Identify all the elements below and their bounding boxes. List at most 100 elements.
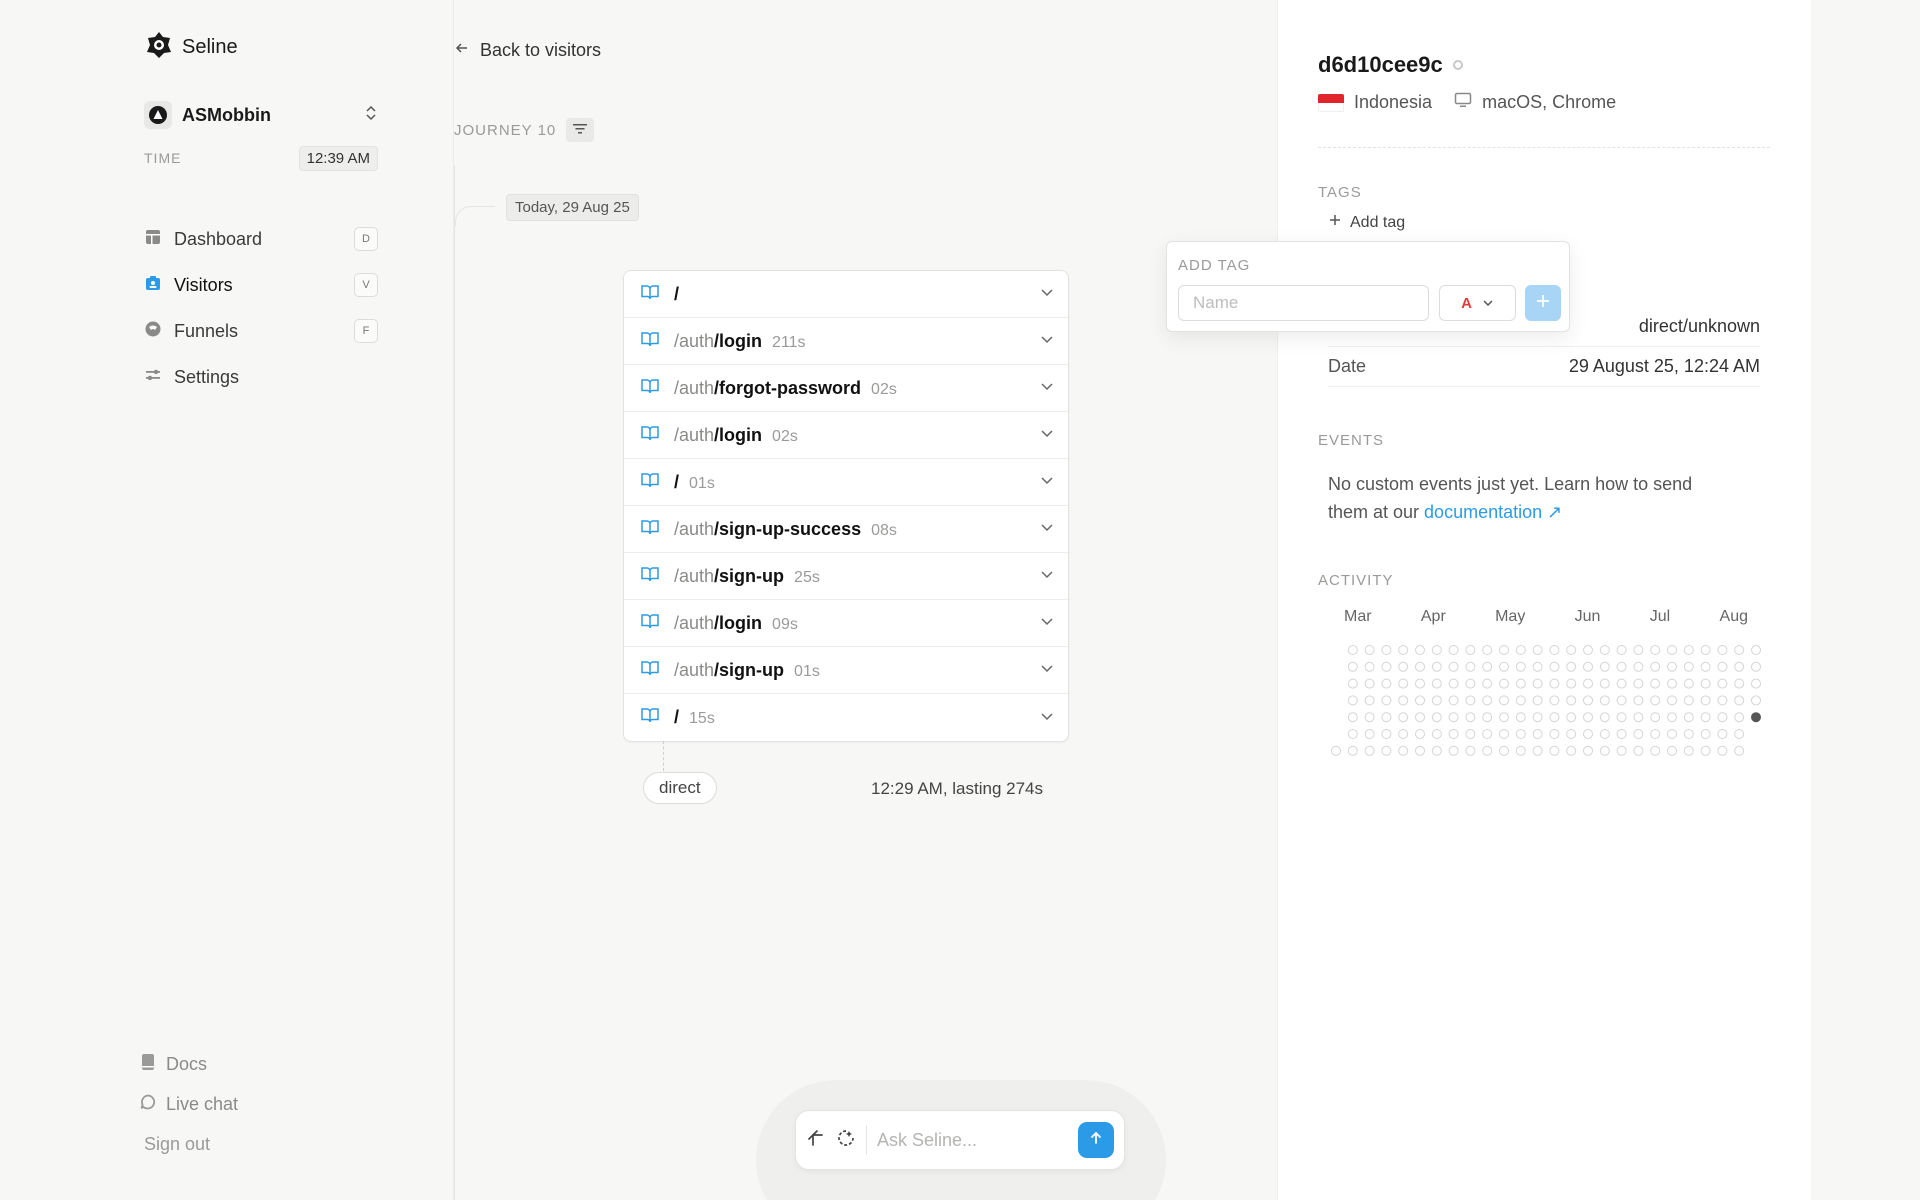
activity-day bbox=[1599, 678, 1610, 689]
activity-day bbox=[1364, 745, 1375, 756]
page-duration: 09s bbox=[772, 615, 798, 633]
activity-day bbox=[1347, 712, 1358, 723]
page-path: /auth/login 09s bbox=[674, 613, 1040, 634]
activity-day bbox=[1717, 645, 1728, 655]
chevron-down-icon bbox=[1040, 426, 1054, 444]
page-row[interactable]: / 01s bbox=[624, 459, 1068, 506]
activity-day bbox=[1700, 678, 1711, 689]
activity-day bbox=[1532, 695, 1543, 706]
activity-day bbox=[1667, 729, 1677, 739]
activity-day bbox=[1415, 695, 1425, 706]
activity-day bbox=[1532, 645, 1543, 655]
project-name: ASMobbin bbox=[182, 104, 271, 125]
activity-day bbox=[1431, 745, 1442, 756]
page-row[interactable]: /auth/login 211s bbox=[624, 318, 1068, 365]
activity-day bbox=[1566, 745, 1577, 756]
page-row[interactable]: / bbox=[624, 271, 1068, 318]
documentation-link[interactable]: documentation ↗ bbox=[1424, 502, 1562, 522]
activity-day bbox=[1398, 729, 1409, 739]
activity-day bbox=[1717, 695, 1728, 706]
chevron-down-icon bbox=[1040, 661, 1054, 679]
activity-day bbox=[1583, 678, 1593, 689]
path-name: /sign-up-success bbox=[714, 518, 862, 539]
tag-color-select[interactable]: A bbox=[1439, 285, 1516, 321]
activity-day bbox=[1381, 712, 1392, 723]
page-duration: 02s bbox=[871, 380, 897, 398]
ask-input[interactable] bbox=[877, 1129, 1068, 1151]
activity-day bbox=[1734, 745, 1745, 756]
ask-bar bbox=[795, 1110, 1125, 1170]
activity-day bbox=[1667, 678, 1677, 689]
activity-day bbox=[1431, 695, 1442, 706]
nav-item-visitors[interactable]: Visitors V bbox=[144, 262, 378, 308]
page-row[interactable]: /auth/sign-up 25s bbox=[624, 553, 1068, 600]
activity-day bbox=[1566, 678, 1577, 689]
activity-day bbox=[1448, 745, 1459, 756]
tags-label: TAGS bbox=[1318, 184, 1362, 201]
activity-day bbox=[1717, 661, 1728, 672]
brand[interactable]: Seline bbox=[144, 30, 238, 65]
activity-day bbox=[1650, 729, 1661, 739]
visitor-meta: Indonesia macOS, Chrome bbox=[1318, 92, 1616, 113]
nav-item-settings[interactable]: Settings bbox=[144, 354, 378, 400]
corner-up-left-icon[interactable] bbox=[806, 1128, 826, 1153]
activity-day bbox=[1465, 729, 1476, 739]
add-tag-button[interactable]: Add tag bbox=[1328, 213, 1405, 232]
activity-day bbox=[1448, 695, 1459, 706]
activity-day bbox=[1398, 678, 1409, 689]
activity-day bbox=[1633, 661, 1644, 672]
sign-out-link[interactable]: Sign out bbox=[144, 1134, 210, 1155]
nav-item-dashboard[interactable]: Dashboard D bbox=[144, 216, 378, 262]
activity-day bbox=[1599, 695, 1610, 706]
page-row[interactable]: /auth/forgot-password 02s bbox=[624, 365, 1068, 412]
activity-day bbox=[1398, 661, 1409, 672]
book-open-icon bbox=[640, 283, 660, 306]
activity-day bbox=[1751, 695, 1761, 706]
timeline-branch bbox=[455, 206, 495, 226]
activity-day bbox=[1415, 645, 1425, 655]
tag-name-input[interactable] bbox=[1178, 285, 1429, 321]
page-row[interactable]: / 15s bbox=[624, 694, 1068, 741]
chevron-down-icon bbox=[1040, 520, 1054, 538]
activity-day bbox=[1448, 678, 1459, 689]
page-row[interactable]: /auth/sign-up 01s bbox=[624, 647, 1068, 694]
path-name: /forgot-password bbox=[714, 377, 862, 398]
activity-day bbox=[1482, 661, 1493, 672]
page-row[interactable]: /auth/login 02s bbox=[624, 412, 1068, 459]
activity-day bbox=[1331, 745, 1341, 756]
page-duration: 01s bbox=[689, 474, 715, 492]
activity-day bbox=[1347, 645, 1358, 655]
activity-day bbox=[1667, 712, 1677, 723]
activity-day bbox=[1549, 645, 1560, 655]
sparkle-refresh-icon[interactable] bbox=[836, 1128, 856, 1153]
back-to-visitors-link[interactable]: Back to visitors bbox=[454, 40, 601, 61]
activity-day bbox=[1683, 729, 1694, 739]
live-chat-link[interactable]: Live chat bbox=[140, 1084, 380, 1124]
activity-day bbox=[1364, 712, 1375, 723]
path-name: /login bbox=[714, 612, 763, 633]
activity-day bbox=[1465, 745, 1476, 756]
nav-item-funnels[interactable]: Funnels F bbox=[144, 308, 378, 354]
docs-link[interactable]: Docs bbox=[140, 1044, 380, 1084]
path-prefix: /auth bbox=[674, 659, 715, 680]
dashboard-icon bbox=[144, 228, 162, 251]
activity-day bbox=[1599, 745, 1610, 756]
confirm-add-tag-button[interactable] bbox=[1525, 285, 1561, 321]
filter-button[interactable] bbox=[566, 118, 595, 142]
activity-day bbox=[1751, 661, 1761, 672]
page-path: /auth/sign-up 01s bbox=[674, 660, 1040, 681]
page-row[interactable]: /auth/sign-up-success 08s bbox=[624, 506, 1068, 553]
seline-logo-icon bbox=[144, 30, 174, 65]
nav-label: Funnels bbox=[174, 320, 239, 341]
month-label: Jun bbox=[1574, 608, 1601, 625]
path-name: / bbox=[674, 471, 680, 492]
activity-day bbox=[1700, 661, 1711, 672]
send-button[interactable] bbox=[1078, 1122, 1114, 1158]
page-row[interactable]: /auth/login 09s bbox=[624, 600, 1068, 647]
activity-day bbox=[1566, 712, 1577, 723]
add-tag-popover: ADD TAG A bbox=[1166, 241, 1570, 332]
project-switcher[interactable]: ASMobbin bbox=[144, 100, 378, 130]
page-duration: 01s bbox=[794, 662, 820, 680]
book-open-icon bbox=[640, 330, 660, 353]
page-duration: 08s bbox=[871, 521, 897, 539]
